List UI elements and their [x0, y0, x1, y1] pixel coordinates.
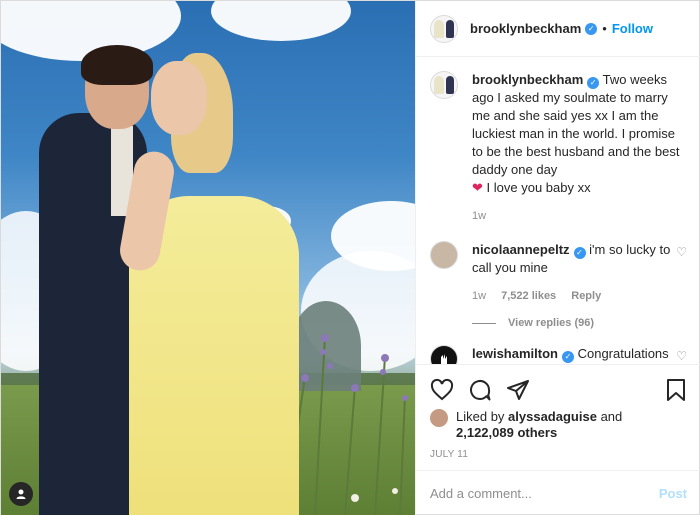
avatar[interactable] — [430, 71, 458, 99]
verified-icon: ✓ — [573, 247, 586, 259]
comment-heart-icon[interactable]: ♡ — [675, 349, 687, 364]
likes-others[interactable]: 2,122,089 others — [456, 425, 557, 440]
bookmark-icon[interactable] — [665, 378, 687, 402]
verified-icon: ✓ — [561, 351, 574, 363]
post-header: brooklynbeckham ✓ • Follow — [416, 1, 700, 57]
comment-heart-icon[interactable]: ♡ — [675, 245, 687, 305]
reply-button[interactable]: Reply — [571, 290, 601, 302]
caption-text: Two weeks ago I asked my soulmate to mar… — [472, 72, 680, 177]
comment-likes[interactable]: 7,522 likes — [501, 290, 556, 302]
heart-emoji: ❤ — [472, 180, 483, 195]
likes-user[interactable]: alyssadaguise — [508, 409, 597, 424]
avatar[interactable] — [430, 241, 458, 269]
verified-icon: ✓ — [587, 77, 600, 89]
comment-item: lewishamilton✓ Congratulations bro ♡ — [430, 345, 687, 364]
add-comment-bar: Add a comment... Post — [416, 470, 700, 515]
comments-list: brooklynbeckham ✓ Two weeks ago I asked m… — [416, 57, 700, 364]
post-photo[interactable] — [1, 1, 415, 515]
likes-prefix: Liked by — [456, 409, 505, 424]
caption: brooklynbeckham ✓ Two weeks ago I asked m… — [430, 71, 687, 225]
caption-username[interactable]: brooklynbeckham — [472, 72, 583, 87]
heart-icon[interactable] — [430, 378, 454, 402]
comment-username[interactable]: lewishamilton — [472, 346, 558, 361]
follow-button[interactable]: Follow — [612, 21, 653, 36]
instagram-post: brooklynbeckham ✓ • Follow brooklynbeckh… — [0, 0, 700, 515]
header-username[interactable]: brooklynbeckham — [470, 21, 581, 36]
comment-item: nicolaannepeltz ✓ i'm so lucky to call yo… — [430, 241, 687, 305]
comment-icon[interactable] — [468, 378, 492, 402]
separator-dot: • — [602, 21, 607, 36]
avatar[interactable] — [430, 345, 458, 364]
share-icon[interactable] — [506, 378, 530, 402]
verified-icon: ✓ — [585, 22, 598, 35]
tagged-user-icon[interactable] — [9, 482, 33, 506]
avatar[interactable] — [430, 14, 458, 43]
comment-input[interactable]: Add a comment... — [430, 486, 659, 501]
avatar[interactable] — [430, 409, 448, 427]
post-date[interactable]: JULY 11 — [430, 449, 687, 460]
post-sidebar: brooklynbeckham ✓ • Follow brooklynbeckh… — [415, 1, 700, 515]
view-replies-button[interactable]: View replies (96) — [472, 317, 687, 329]
view-replies-label: View replies (96) — [508, 317, 595, 329]
likes-and: and — [600, 409, 623, 424]
post-button[interactable]: Post — [659, 486, 687, 501]
caption-text-after: I love you baby xx — [486, 180, 591, 195]
post-actions: Liked by alyssadaguise and 2,122,089 oth… — [416, 364, 700, 470]
caption-time[interactable]: 1w — [472, 210, 486, 222]
likes-summary: Liked by alyssadaguise and 2,122,089 oth… — [430, 409, 687, 441]
comment-time[interactable]: 1w — [472, 290, 486, 302]
comment-username[interactable]: nicolaannepeltz — [472, 242, 570, 257]
